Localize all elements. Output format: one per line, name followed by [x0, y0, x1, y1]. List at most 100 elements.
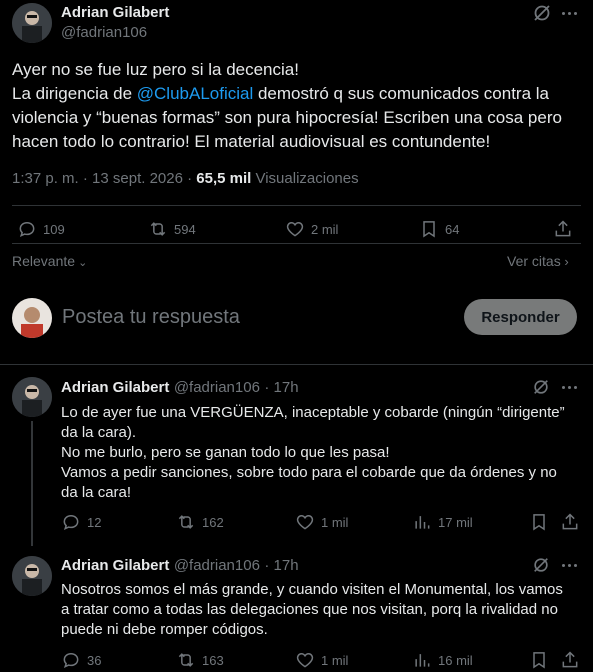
more-options-icon[interactable]	[562, 386, 577, 389]
share-action[interactable]	[560, 512, 580, 532]
reply-text: Lo de ayer fue una VERGÜENZA, inaceptabl…	[61, 403, 586, 503]
view-quotes-link[interactable]: Ver citas ›	[507, 253, 569, 269]
repost-count: 163	[202, 652, 224, 668]
reply-action[interactable]: 12	[61, 512, 101, 532]
author-name[interactable]: Adrian Gilabert	[61, 4, 169, 21]
reply-count: 109	[43, 221, 65, 237]
mention-link[interactable]: @ClubALoficial	[137, 84, 253, 103]
reply-author-avatar[interactable]	[12, 556, 52, 596]
views-action[interactable]: 17 mil	[412, 512, 473, 532]
tweet-line: La dirigencia de @ClubALoficial demostró…	[12, 82, 587, 106]
reply-line: No me burlo, pero se ganan todo lo que l…	[61, 444, 390, 461]
author-avatar[interactable]	[12, 3, 52, 43]
bookmark-icon	[533, 652, 545, 669]
avatar-image	[12, 556, 52, 596]
grok-icon[interactable]	[532, 378, 550, 396]
heart-icon	[286, 221, 304, 237]
views-chart-icon	[415, 516, 430, 529]
more-options-icon[interactable]	[562, 12, 577, 15]
reply-time[interactable]: · 17h	[264, 557, 298, 574]
share-action[interactable]	[560, 650, 580, 670]
repost-action[interactable]: 594	[148, 219, 196, 239]
like-action[interactable]: 2 mil	[285, 219, 338, 239]
like-action[interactable]: 1 mil	[295, 512, 348, 532]
tweet-line: Ayer no se fue luz pero si la decencia!	[12, 60, 299, 79]
heart-icon	[296, 652, 314, 668]
repost-icon	[150, 222, 166, 236]
like-count: 2 mil	[311, 221, 339, 237]
tweet-line: violencia y “buenas formas” son pura hip…	[12, 108, 562, 127]
like-action[interactable]: 1 mil	[295, 650, 348, 670]
views-count: 16 mil	[438, 652, 473, 668]
chevron-right-icon: ›	[560, 254, 569, 269]
reply-header: Adrian Gilabert @fadrian106 · 17h	[61, 557, 299, 575]
reply-line: puede ni debe romper códigos.	[61, 621, 268, 638]
sort-dropdown[interactable]: Relevante ⌄	[12, 253, 87, 269]
repost-count: 162	[202, 514, 224, 530]
reply-author-handle[interactable]: @fadrian106	[174, 379, 260, 396]
bookmark-action[interactable]	[529, 512, 549, 532]
timestamp[interactable]: 1:37 p. m. · 13 sept. 2026 ·	[12, 170, 196, 187]
reply-author-handle[interactable]: @fadrian106	[174, 557, 260, 574]
divider	[0, 364, 593, 365]
reply-button[interactable]: Responder	[464, 299, 577, 335]
views-action[interactable]: 16 mil	[412, 650, 473, 670]
author-handle[interactable]: @fadrian106	[61, 24, 147, 41]
divider	[12, 205, 581, 206]
reply-line: da la cara!	[61, 484, 132, 501]
reply-action[interactable]: 109	[17, 219, 65, 239]
reply-count: 12	[87, 514, 102, 530]
tweet-text-segment: La dirigencia de	[12, 84, 137, 103]
share-icon	[555, 220, 571, 237]
repost-count: 594	[174, 221, 196, 237]
like-count: 1 mil	[321, 514, 349, 530]
avatar-image	[12, 377, 52, 417]
chevron-down-icon: ⌄	[75, 257, 88, 269]
sort-label: Relevante	[12, 253, 76, 269]
reply-icon	[63, 652, 79, 669]
heart-icon	[296, 514, 314, 530]
tweet-text: Ayer no se fue luz pero si la decencia! …	[12, 58, 587, 154]
avatar-image	[12, 298, 52, 338]
views-count: 65,5 mil	[196, 170, 252, 187]
repost-action[interactable]: 162	[176, 512, 224, 532]
reply-text: Nosotros somos el más grande, y cuando v…	[61, 580, 586, 640]
reply-line: Vamos a pedir sanciones, sobre todo para…	[61, 464, 557, 481]
reply-input[interactable]: Postea tu respuesta	[62, 306, 240, 329]
reply-time[interactable]: · 17h	[264, 379, 298, 396]
tweet-text-segment: demostró q sus comunicados contra la	[253, 84, 550, 103]
reply-author-avatar[interactable]	[12, 377, 52, 417]
views-label: Visualizaciones	[251, 170, 359, 187]
share-icon	[562, 513, 578, 530]
repost-action[interactable]: 163	[176, 650, 224, 670]
more-options-icon[interactable]	[562, 564, 577, 567]
divider	[12, 243, 581, 244]
grok-icon[interactable]	[532, 556, 550, 574]
repost-icon	[178, 653, 194, 667]
reply-line: Lo de ayer fue una VERGÜENZA, inaceptabl…	[61, 404, 565, 421]
views-chart-icon	[415, 654, 430, 667]
view-quotes-label: Ver citas	[507, 253, 561, 269]
reply-line: a tratar como a todas las delegaciones q…	[61, 601, 558, 618]
current-user-avatar[interactable]	[12, 298, 52, 338]
grok-icon[interactable]	[532, 3, 552, 23]
reply-icon	[19, 221, 35, 238]
share-action[interactable]	[553, 219, 573, 239]
like-count: 1 mil	[321, 652, 349, 668]
bookmark-action[interactable]: 64	[419, 219, 459, 239]
avatar-image	[12, 3, 52, 43]
views-count: 17 mil	[438, 514, 473, 530]
reply-action[interactable]: 36	[61, 650, 101, 670]
reply-count: 36	[87, 652, 102, 668]
reply-author-name[interactable]: Adrian Gilabert	[61, 379, 169, 396]
tweet-meta: 1:37 p. m. · 13 sept. 2026 · 65,5 mil Vi…	[12, 170, 359, 187]
thread-connector	[31, 421, 33, 546]
bookmark-icon	[533, 514, 545, 531]
tweet-line: hacen todo lo contrario! El material aud…	[12, 132, 491, 151]
reply-author-name[interactable]: Adrian Gilabert	[61, 557, 169, 574]
share-icon	[562, 651, 578, 668]
repost-icon	[178, 515, 194, 529]
reply-icon	[63, 514, 79, 531]
bookmark-action[interactable]	[529, 650, 549, 670]
reply-header: Adrian Gilabert @fadrian106 · 17h	[61, 379, 299, 397]
